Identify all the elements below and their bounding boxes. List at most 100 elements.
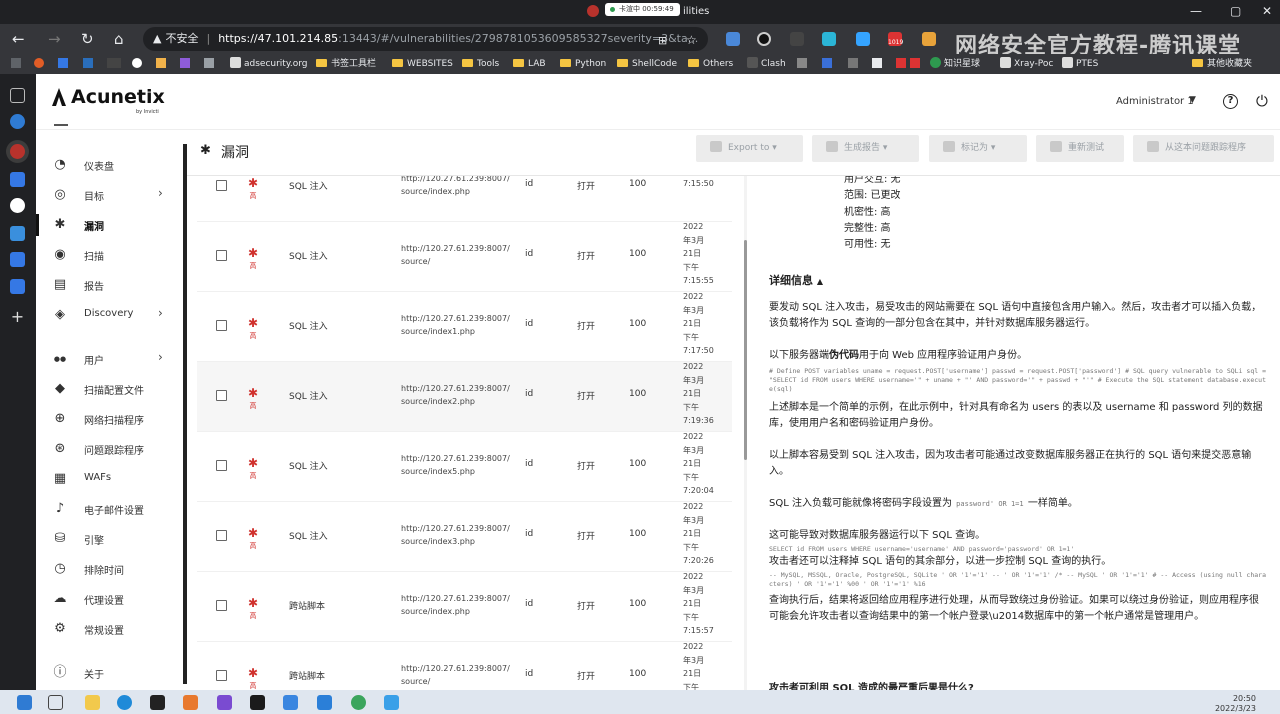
tab-icon[interactable] — [10, 114, 25, 129]
vulnerability-name[interactable]: SQL 注入 — [289, 389, 328, 402]
tab-icon[interactable] — [10, 172, 25, 187]
forward-icon[interactable]: → — [48, 30, 61, 48]
tab-actions-icon[interactable] — [10, 88, 25, 103]
bookmark-icon[interactable] — [132, 58, 142, 68]
sidebar-item[interactable]: ⚙ 常规设置 — [36, 614, 183, 644]
terminal-icon[interactable] — [150, 695, 165, 710]
vulnerability-row[interactable]: ✱ 高 SQL 注入 http://120.27.61.239:8007/source… — [197, 502, 732, 572]
pycharm-icon[interactable] — [250, 695, 265, 710]
bookmark-icon[interactable] — [872, 58, 882, 68]
extension-icon[interactable] — [822, 32, 836, 46]
home-icon[interactable]: ⌂ — [114, 30, 124, 48]
bookmark-folder[interactable]: WEBSITES — [392, 57, 453, 71]
bookmark-clash[interactable]: Clash — [747, 57, 786, 71]
bookmark-folder[interactable]: LAB — [513, 57, 546, 71]
bookmark-adsecurity[interactable]: adsecurity.org — [230, 57, 308, 71]
sidebar-item[interactable]: ◉ 扫描 — [36, 240, 183, 270]
vulnerability-name[interactable]: SQL 注入 — [289, 529, 328, 542]
bookmark-icon[interactable] — [848, 58, 858, 68]
vulnerability-name[interactable]: 跨站脚本 — [289, 599, 325, 612]
vulnerability-name[interactable]: SQL 注入 — [289, 179, 328, 192]
sublime-icon[interactable] — [183, 695, 198, 710]
retest-button[interactable]: 重新测试 — [1036, 135, 1124, 162]
search-icon[interactable] — [48, 695, 63, 710]
sidebar-item[interactable]: ▤ 报告 — [36, 270, 183, 300]
bookmark-folder[interactable]: 书签工具栏 — [316, 57, 376, 71]
bookmark-icon[interactable] — [180, 58, 190, 68]
vulnerability-row[interactable]: ✱ 高跨站脚本 http://120.27.61.239:8007/source/i… — [197, 642, 732, 690]
vulnerability-row[interactable]: ✱ 高 SQL 注入 http://120.27.61.239:8007/source… — [197, 362, 732, 432]
app-icon[interactable] — [283, 695, 298, 710]
user-menu[interactable]: Administrator 1 — [1116, 96, 1194, 107]
app-icon[interactable] — [217, 695, 232, 710]
app-icon[interactable] — [351, 695, 366, 710]
file-explorer-icon[interactable] — [85, 695, 100, 710]
tab-icon[interactable] — [10, 252, 25, 267]
bookmark-icon[interactable] — [204, 58, 214, 68]
sidebar-item[interactable]: ◎ 目标 › — [36, 180, 183, 210]
vscode-icon[interactable] — [317, 695, 332, 710]
power-icon[interactable]: ⏻ — [1256, 94, 1268, 109]
address-bar[interactable]: ▲ 不安全 | https://47.101.214.85:13443/#/vulne… — [143, 27, 708, 51]
sidebar-item[interactable]: ⛁ 引擎 — [36, 524, 183, 554]
bookmark-icon[interactable] — [797, 58, 807, 68]
extension-icon[interactable] — [790, 32, 804, 46]
extension-badge[interactable]: 1019 — [888, 32, 903, 46]
tab-icon[interactable] — [10, 279, 25, 294]
edge-icon[interactable] — [117, 695, 132, 710]
sidebar-item[interactable]: ◈ Discovery › — [36, 300, 183, 330]
bookmark-folder[interactable]: Python — [560, 57, 606, 71]
vulnerability-row[interactable]: ✱ 高 SQL 注入 http://120.27.61.239:8007/source… — [197, 176, 732, 222]
maximize-icon[interactable]: ▢ — [1230, 4, 1241, 18]
extension-icon[interactable] — [757, 32, 771, 46]
extension-icon[interactable] — [726, 32, 740, 46]
details-heading[interactable]: 详细信息 ▲ — [769, 272, 823, 288]
translate-icon[interactable]: ⊞ — [658, 32, 667, 50]
row-checkbox[interactable] — [216, 250, 227, 261]
help-icon[interactable]: ? — [1223, 94, 1238, 109]
chevron-down-icon[interactable]: ▼ — [1189, 95, 1196, 105]
bookmark-folder[interactable]: PTES — [1062, 57, 1098, 71]
bookmark-icon[interactable] — [34, 58, 44, 68]
bookmark-zsxq[interactable]: 知识星球 — [930, 57, 980, 71]
vulnerability-row[interactable]: ✱ 高跨站脚本 http://120.27.61.239:8007/source/i… — [197, 572, 732, 642]
sidebar-item[interactable]: ⊛ 问题跟踪程序 — [36, 434, 183, 464]
bookmark-icon[interactable] — [910, 58, 920, 68]
sidebar-item[interactable]: ◆ 扫描配置文件 — [36, 374, 183, 404]
row-checkbox[interactable] — [216, 180, 227, 191]
row-checkbox[interactable] — [216, 390, 227, 401]
sidebar-item[interactable]: ▦ WAFs — [36, 464, 183, 494]
bookmark-folder[interactable]: ShellCode — [617, 57, 677, 71]
close-window-icon[interactable]: ✕ — [1262, 4, 1272, 18]
bookmark-icon[interactable] — [83, 58, 93, 68]
bookmark-star-icon[interactable]: ☆ — [686, 31, 697, 49]
bookmark-folder[interactable]: Xray-Poc — [1000, 57, 1053, 71]
sidebar-item[interactable]: ✱ 漏洞 — [36, 210, 183, 240]
bookmark-folder[interactable]: Tools — [462, 57, 499, 71]
mark-as-button[interactable]: 标记为 ▾ — [929, 135, 1027, 162]
bookmark-icon[interactable] — [896, 58, 906, 68]
export-button[interactable]: Export to ▾ — [696, 135, 803, 162]
extension-icon[interactable] — [856, 32, 870, 46]
vulnerability-row[interactable]: ✱ 高 SQL 注入 http://120.27.61.239:8007/source… — [197, 292, 732, 362]
row-checkbox[interactable] — [216, 530, 227, 541]
vulnerability-name[interactable]: SQL 注入 — [289, 459, 328, 472]
new-tab-icon[interactable]: + — [10, 309, 25, 325]
sidebar-item[interactable]: ☁ 代理设置 — [36, 584, 183, 614]
bookmark-icon[interactable] — [107, 58, 121, 68]
sidebar-item[interactable]: ●● 用户 › — [36, 344, 183, 374]
generate-report-button[interactable]: 生成报告 ▾ — [812, 135, 919, 162]
row-checkbox[interactable] — [216, 670, 227, 681]
minimize-icon[interactable]: — — [1190, 4, 1202, 18]
vulnerability-row[interactable]: ✱ 高 SQL 注入 http://120.27.61.239:8007/source… — [197, 222, 732, 292]
bookmark-folder[interactable]: 其他收藏夹 — [1192, 57, 1252, 71]
sidebar-item[interactable]: ◔ 仪表盘 — [36, 150, 183, 180]
row-checkbox[interactable] — [216, 320, 227, 331]
vulnerability-name[interactable]: SQL 注入 — [289, 249, 328, 262]
start-icon[interactable] — [17, 695, 32, 710]
menu-icon[interactable] — [54, 124, 68, 126]
sidebar-item[interactable]: ♪ 电子邮件设置 — [36, 494, 183, 524]
tab-icon[interactable] — [10, 226, 25, 241]
sidebar-item[interactable]: ◷ 排除时间 — [36, 554, 183, 584]
send-to-tracker-button[interactable]: 从这本问题跟踪程序 — [1133, 135, 1274, 162]
